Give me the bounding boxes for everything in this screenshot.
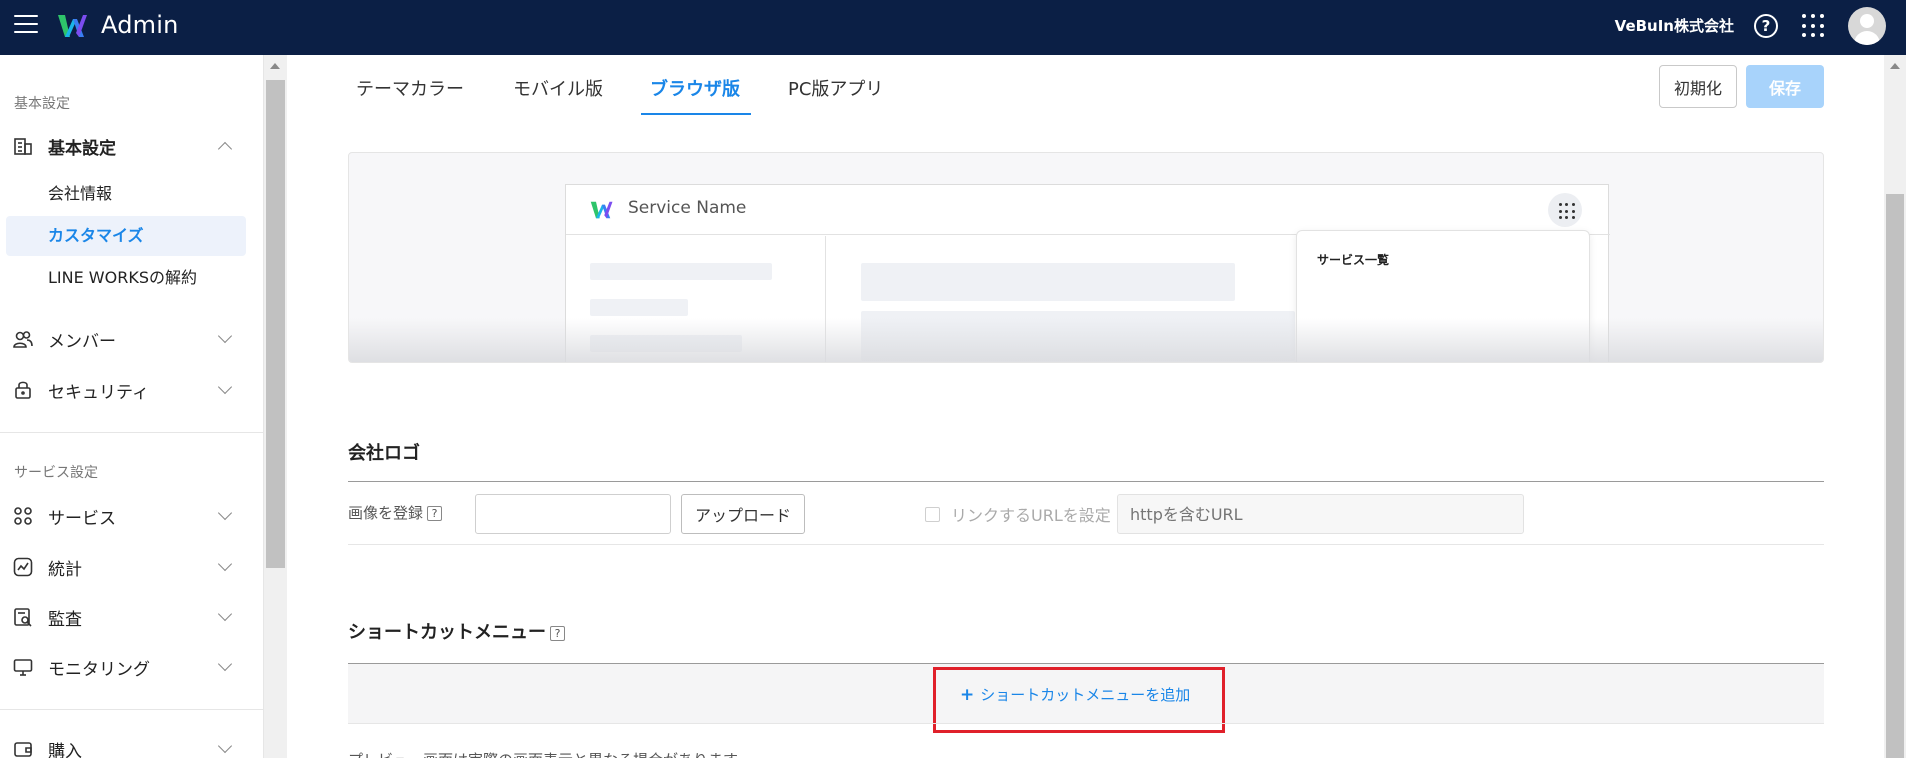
sidebar-item-audit[interactable]: 監査 xyxy=(0,599,263,635)
avatar[interactable] xyxy=(1848,7,1886,45)
sidebar-item-security[interactable]: セキュリティ xyxy=(0,372,263,408)
chevron-down-icon xyxy=(217,328,233,344)
plus-icon: + xyxy=(960,685,975,705)
sidebar-divider xyxy=(0,709,263,710)
link-url-label: リンクするURLを設定 xyxy=(951,506,1111,525)
sidebar: 基本設定 基本設定 会社情報 カスタマイズ LINE WORKSの解約 メンバー… xyxy=(0,55,264,758)
chevron-down-icon xyxy=(217,738,233,754)
sidebar-item-statistics[interactable]: 統計 xyxy=(0,549,263,585)
scroll-up-arrow-icon[interactable] xyxy=(270,63,280,69)
register-image-text: 画像を登録 xyxy=(348,504,424,522)
tab-browser[interactable]: ブラウザ版 xyxy=(650,75,740,115)
sidebar-sub-cancel[interactable]: LINE WORKSの解約 xyxy=(6,258,246,298)
preview-note: プレビュー画面は実際の画面表示と異なる場合があります。 xyxy=(348,749,752,758)
logo-icon xyxy=(590,201,613,219)
sidebar-sub-customize[interactable]: カスタマイズ xyxy=(6,216,246,256)
add-shortcut-menu-button[interactable]: + ショートカットメニューを追加 xyxy=(960,684,1190,705)
preview-fade xyxy=(349,318,1823,362)
link-url-checkbox[interactable] xyxy=(925,507,940,522)
company-name[interactable]: VeBuIn株式会社 xyxy=(1615,15,1734,36)
shortcut-menu-title-text: ショートカットメニュー xyxy=(348,622,546,643)
logo-icon xyxy=(58,15,87,37)
main-content: テーマカラー モバイル版 ブラウザ版 PC版アプリ 初期化 保存 Service… xyxy=(288,55,1884,758)
preview-apps-grid-icon xyxy=(1548,193,1582,227)
top-bar: Admin VeBuIn株式会社 ? xyxy=(0,0,1906,55)
register-image-label: 画像を登録? xyxy=(348,502,443,523)
services-icon xyxy=(14,507,32,525)
help-icon[interactable]: ? xyxy=(1754,14,1778,38)
tab-active-indicator xyxy=(641,113,751,115)
sidebar-item-monitoring[interactable]: モニタリング xyxy=(0,649,263,685)
chevron-down-icon xyxy=(217,379,233,395)
building-icon xyxy=(14,138,32,155)
app-title[interactable]: Admin xyxy=(101,11,179,39)
shortcut-menu-title: ショートカットメニュー? xyxy=(348,618,565,644)
chevron-up-icon xyxy=(217,141,233,157)
help-icon[interactable]: ? xyxy=(550,626,565,641)
wallet-icon xyxy=(14,742,32,757)
audit-icon xyxy=(14,608,32,627)
sidebar-item-label: モニタリング xyxy=(48,659,150,680)
sidebar-scrollbar-thumb[interactable] xyxy=(266,80,285,568)
sidebar-item-label: 基本設定 xyxy=(48,138,116,159)
row-divider xyxy=(348,544,1824,545)
apps-grid-icon[interactable] xyxy=(1802,14,1826,38)
company-logo-title: 会社ロゴ xyxy=(348,443,420,464)
placeholder-bar xyxy=(590,299,688,316)
main-scrollbar-thumb[interactable] xyxy=(1886,194,1904,758)
preview-header: Service Name xyxy=(566,185,1610,235)
sidebar-divider xyxy=(0,432,263,433)
sidebar-item-basic-settings[interactable]: 基本設定 xyxy=(0,128,263,164)
scroll-up-arrow-icon[interactable] xyxy=(1890,63,1900,69)
sidebar-item-label: メンバー xyxy=(48,331,116,352)
help-icon[interactable]: ? xyxy=(427,506,443,521)
sidebar-sub-company-info[interactable]: 会社情報 xyxy=(6,174,246,214)
chart-icon xyxy=(13,557,33,577)
sidebar-item-label: 監査 xyxy=(48,609,82,630)
link-url-input[interactable] xyxy=(1117,494,1524,534)
chevron-down-icon xyxy=(217,505,233,521)
placeholder-bar xyxy=(590,263,772,280)
menu-icon[interactable] xyxy=(14,15,38,35)
preview-service-list-title: サービス一覧 xyxy=(1317,253,1390,267)
chevron-down-icon xyxy=(217,656,233,672)
members-icon xyxy=(13,331,33,348)
chevron-down-icon xyxy=(217,556,233,572)
chevron-down-icon xyxy=(217,606,233,622)
reset-button[interactable]: 初期化 xyxy=(1659,65,1737,108)
tab-pc-app[interactable]: PC版アプリ xyxy=(788,75,883,115)
sidebar-item-purchase[interactable]: 購入 xyxy=(0,731,263,758)
sidebar-item-label: 購入 xyxy=(48,741,82,758)
save-button[interactable]: 保存 xyxy=(1746,65,1824,108)
row-divider xyxy=(348,723,1824,724)
image-file-input[interactable] xyxy=(475,494,671,534)
browser-preview: Service Name サービス一覧 xyxy=(348,152,1824,363)
upload-button[interactable]: アップロード xyxy=(681,494,805,534)
section-divider xyxy=(348,481,1824,482)
sidebar-item-members[interactable]: メンバー xyxy=(0,321,263,357)
tab-mobile[interactable]: モバイル版 xyxy=(513,75,603,115)
preview-service-name: Service Name xyxy=(628,198,747,218)
sidebar-item-label: セキュリティ xyxy=(48,382,149,403)
add-shortcut-label: ショートカットメニューを追加 xyxy=(980,686,1191,704)
placeholder-bar xyxy=(861,263,1235,301)
sidebar-section-service: サービス設定 xyxy=(14,465,98,481)
sidebar-item-label: サービス xyxy=(48,508,116,529)
sidebar-section-basic: 基本設定 xyxy=(14,96,70,112)
tab-theme-color[interactable]: テーマカラー xyxy=(356,75,464,115)
sidebar-item-services[interactable]: サービス xyxy=(0,498,263,534)
sidebar-item-label: 統計 xyxy=(48,559,82,580)
monitor-icon xyxy=(13,659,33,676)
lock-icon xyxy=(15,381,31,399)
